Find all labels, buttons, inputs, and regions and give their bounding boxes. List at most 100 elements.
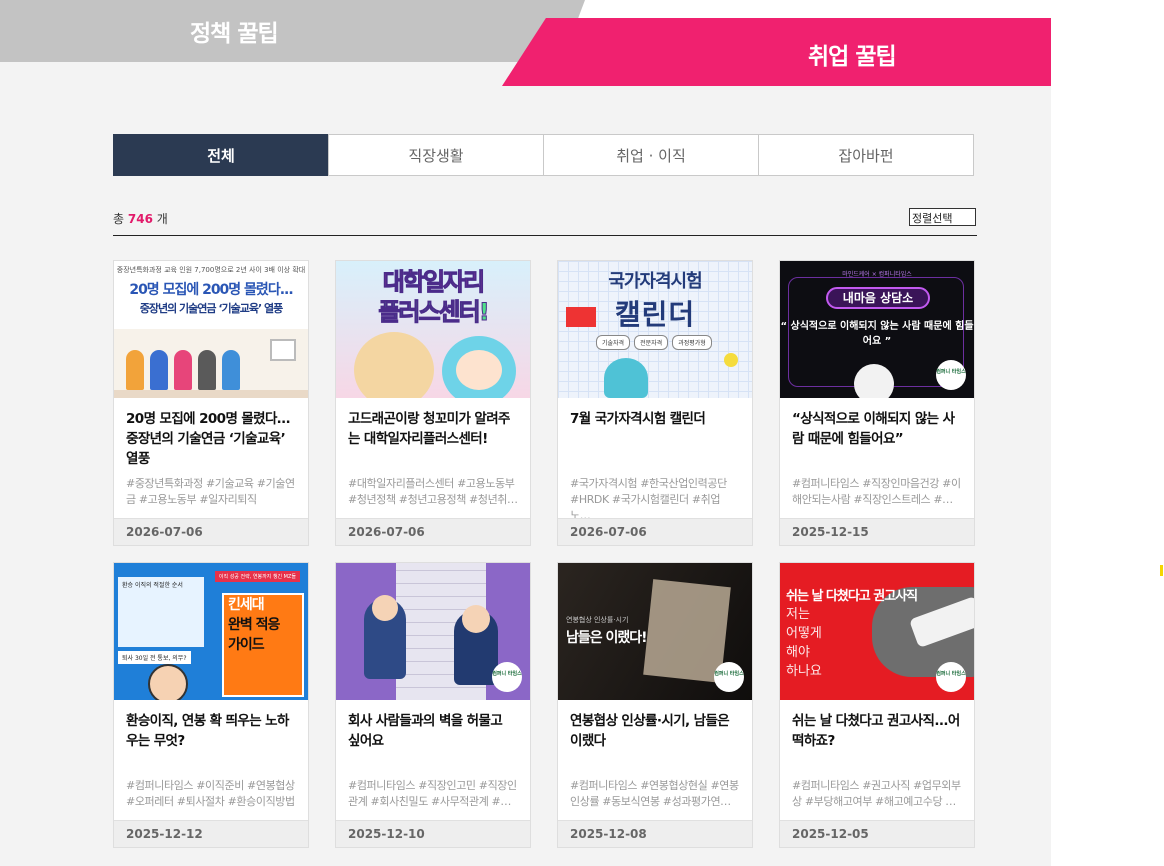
robot-icon [604,358,648,398]
thumbnail-headline-line3: 가이드 [228,637,265,653]
astronaut-icon [854,364,894,398]
category-tab-jababan[interactable]: 잡아바펀 [758,134,974,176]
tab-policy-tips[interactable]: 정책 꿀팁 [0,0,585,62]
card-thumbnail: 국가자격시험 캘린더 기술자격 전문자격 과정평가형 [558,261,752,398]
card-date: 2025-12-10 [336,820,530,847]
company-times-logo: 컴퍼니 타임스 [714,662,744,692]
company-times-logo: 컴퍼니 타임스 [936,360,966,390]
floor-illustration [114,390,308,398]
thumbnail-headline: 쉬는 날 다쳤다고 권고사직 [786,589,918,604]
post-card[interactable]: 마인드케어 × 컴퍼니타임스 내마음 상담소 “ 상식적으로 이해되지 않는 사… [779,260,975,546]
thumbnail-caption: 마인드케어 × 컴퍼니타임스 [842,271,912,278]
card-title: 쉬는 날 다쳤다고 권고사직...어떡하죠? [792,713,960,749]
card-thumbnail: 대학일자리 플러스센터! [336,261,530,398]
thumbnail-paper-text: 환승 이직의 적절한 순서 [122,582,183,589]
post-card[interactable]: 컴퍼니 타임스 회사 사람들과의 벽을 허물고 싶어요 #컴퍼니타임스 #직장인… [335,562,531,848]
card-title: 환승이직, 연봉 확 띄우는 노하우는 무엇? [126,713,289,749]
book-icon [566,307,596,327]
card-date: 2025-12-05 [780,820,974,847]
card-title: 20명 모집에 200명 몰렸다… 중장년의 기술연금 ‘기술교육’ 열풍 [126,411,290,467]
sort-select[interactable]: 정렬선택 [909,208,976,226]
thumbnail-note: 퇴사 30일 전 통보, 의무? [118,651,191,664]
thumbnail-subtext: 저는 어떻게 해야 하나요 [786,605,822,681]
thumbnail-headline: 대학일자리 플러스센터! [350,267,516,327]
card-thumbnail: 쉬는 날 다쳤다고 권고사직 저는 어떻게 해야 하나요 컴퍼니 타임스 [780,563,974,700]
post-card[interactable]: 대학일자리 플러스센터! 고드래곤이랑 청꼬미가 알려주는 대학일자리플러스센터… [335,260,531,546]
top-tab-bar: 정책 꿀팁 취업 꿀팁 [0,0,1164,90]
card-title: 연봉협상 인상률·시기, 남들은 이랬다 [570,713,730,749]
card-thumbnail: 중장년특화과정 교육 인원 7,700명으로 2년 사이 3배 이상 확대 20… [114,261,308,398]
card-title: 회사 사람들과의 벽을 허물고 싶어요 [348,713,503,749]
card-grid: 중장년특화과정 교육 인원 7,700명으로 2년 사이 3배 이상 확대 20… [113,260,977,848]
card-date: 2025-12-12 [114,820,308,847]
post-card[interactable]: 중장년특화과정 교육 인원 7,700명으로 2년 사이 3배 이상 확대 20… [113,260,309,546]
post-card[interactable]: 국가자격시험 캘린더 기술자격 전문자격 과정평가형 7월 국가자격시험 캘린더… [557,260,753,546]
window-illustration [270,339,296,361]
thumbnail-headline: 20명 모집에 200명 몰렸다... [129,282,293,298]
lightbulb-icon [724,353,738,367]
thumbnail-headline: 국가자격시험 [608,271,702,292]
post-card[interactable]: 이직 성공 전략, 연봉까지 챙긴 MZ들 환승 이직의 적절한 순서 퇴사 3… [113,562,309,848]
thumbnail-subtext-line: 하나요 [786,664,822,679]
thumbnail-subtext-line: 해야 [786,645,810,660]
thumbnail-paper: 환승 이직의 적절한 순서 [118,577,204,647]
card-tags: #컴퍼니타임스 #연봉협상현실 #연봉인상률 #동보식연봉 #성과평가연… [570,779,739,808]
card-tags: #중장년특화과정 #기술교육 #기술연금 #고용노동부 #일자리퇴직 [126,477,295,506]
card-date: 2026-07-06 [114,518,308,545]
card-thumbnail: 연봉협상 인상률·시기 남들은 이랬다! 컴퍼니 타임스 [558,563,752,700]
tab-job-tips[interactable]: 취업 꿀팁 [502,18,1051,86]
divider [113,235,977,236]
post-card[interactable]: 연봉협상 인상률·시기 남들은 이랬다! 컴퍼니 타임스 연봉협상 인상률·시기… [557,562,753,848]
thumbnail-header: 중장년특화과정 교육 인원 7,700명으로 2년 사이 3배 이상 확대 20… [114,261,308,329]
card-title: 7월 국가자격시험 캘린더 [570,411,706,427]
card-thumbnail: 컴퍼니 타임스 [336,563,530,700]
thumbnail-subtext-line: 어떻게 [786,626,822,641]
post-card[interactable]: 쉬는 날 다쳤다고 권고사직 저는 어떻게 해야 하나요 컴퍼니 타임스 쉬는 … [779,562,975,848]
category-tab-work-life[interactable]: 직장생활 [328,134,544,176]
tab-job-label: 취업 꿀팁 [808,44,897,70]
card-thumbnail: 이직 성공 전략, 연봉까지 챙긴 MZ들 환승 이직의 적절한 순서 퇴사 3… [114,563,308,700]
card-tags: #국가자격시험 #한국산업인력공단 #HRDK #국가시험캘린더 #취업노… [570,477,727,518]
person-icon [364,595,406,679]
mascot-character-icon [354,332,434,398]
person-icon [148,664,188,700]
thumbnail-headline: 남들은 이랬다! [566,630,648,646]
mascot-character-icon [442,336,516,398]
thumbnail-badge: 내마음 상담소 [826,287,930,309]
card-date: 2025-12-08 [558,820,752,847]
thumbnail-headline-line2: 플러스센터! [378,298,490,327]
card-date: 2026-07-06 [558,518,752,545]
category-tabs: 전체 직장생활 취업 · 이직 잡아바펀 [113,134,974,176]
category-tab-all[interactable]: 전체 [113,134,329,176]
card-tags: #대학일자리플러스센터 #고용노동부 #청년정책 #청년고용정책 #청년취… [348,477,518,506]
card-title: 고드래곤이랑 청꼬미가 알려주는 대학일자리플러스센터! [348,411,510,447]
thumbnail-pill: 기술자격 [596,335,631,350]
card-tags: #컴퍼니타임스 #권고사직 #업무외부상 #부당해고여부 #해고예고수당 … [792,779,961,808]
thumbnail-caption: 연봉협상 인상률·시기 [566,616,629,624]
thumbnail-subheadline: 중장년의 기술연금 ‘기술교육’ 열풍 [139,302,284,315]
thumbnail-headline-line1: 대학일자리 [382,268,485,297]
thumbnail-pills: 기술자격 전문자격 과정평가형 [596,335,712,350]
total-count-number: 746 [127,212,153,226]
thumbnail-quote: “ 상식적으로 이해되지 않는 사람 때문에 힘들어요 ” [780,321,974,347]
tab-policy-label: 정책 꿀팁 [190,21,279,47]
category-tab-job-change[interactable]: 취업 · 이직 [543,134,759,176]
people-illustration [126,350,240,390]
company-times-logo: 컴퍼니 타임스 [936,662,966,692]
company-times-logo: 컴퍼니 타임스 [492,662,522,692]
card-title: “상식적으로 이해되지 않는 사람 때문에 힘들어요” [792,411,955,447]
card-thumbnail: 마인드케어 × 컴퍼니타임스 내마음 상담소 “ 상식적으로 이해되지 않는 사… [780,261,974,398]
card-tags: #컴퍼니타임스 #직장인마음건강 #이해안되는사람 #직장인스트레스 #… [792,477,961,506]
thumbnail-headline-box: 킨세대 완벽 적응 가이드 [222,593,304,697]
thumbnail-pill: 과정평가형 [672,335,712,350]
thumbnail-headline-line2: 완벽 적응 [228,617,280,633]
card-date: 2025-12-15 [780,518,974,545]
edge-marker [1160,565,1163,576]
card-tags: #컴퍼니타임스 #이직준비 #연봉협상 #오퍼레터 #퇴사절차 #환승이직방법 [126,779,295,808]
card-tags: #컴퍼니타임스 #직장인고민 #직장인관계 #회사친밀도 #사무적관계 #… [348,779,517,808]
thumbnail-headline-line1: 킨세대 [228,597,265,613]
total-count: 총 746 개 [113,210,168,227]
total-count-prefix: 총 [113,212,125,226]
thumbnail-subtext-line: 저는 [786,607,810,622]
thumbnail-pill: 전문자격 [634,335,669,350]
